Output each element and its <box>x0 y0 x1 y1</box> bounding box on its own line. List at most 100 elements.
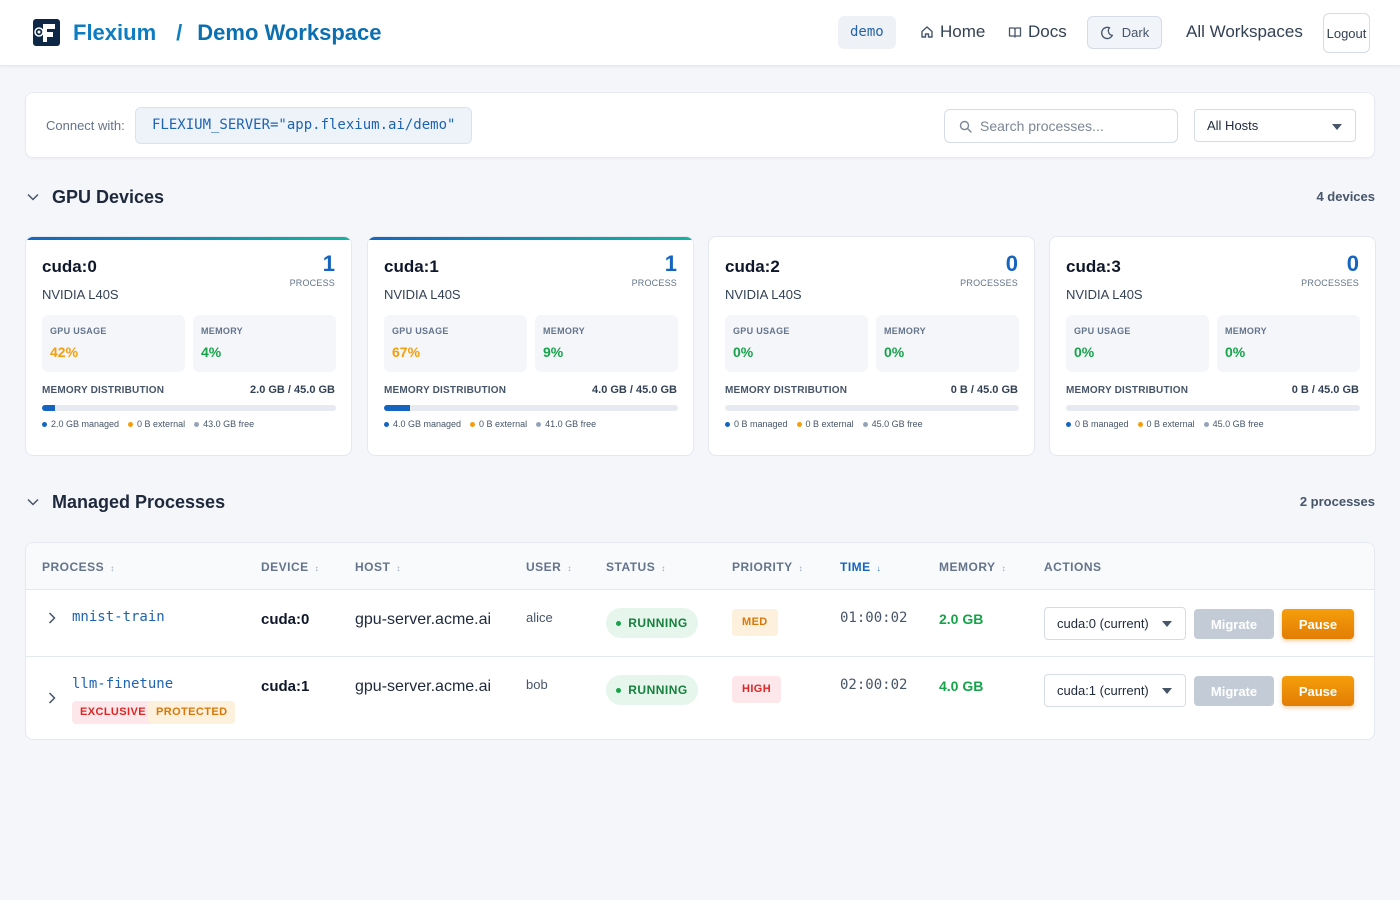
column-header-status[interactable]: STATUS ↕ <box>606 560 666 574</box>
flexium-logo-icon[interactable] <box>31 17 62 48</box>
pause-button[interactable]: Pause <box>1282 676 1354 706</box>
nav-home-label: Home <box>940 22 986 41</box>
gpu-usage-metric: GPU USAGE 67% <box>384 315 527 372</box>
gpu-usage-value: 42% <box>50 344 79 360</box>
table-row: llm-finetune EXCLUSIVE PROTECTED cuda:1 … <box>26 658 1374 724</box>
memory-label: MEMORY <box>884 326 926 336</box>
chevron-down-icon[interactable] <box>27 191 39 203</box>
legend-free: 45.0 GB free <box>862 419 923 429</box>
gpu-card-cuda-1[interactable]: cuda:1 NVIDIA L40S 1 PROCESS GPU USAGE 67% MEM… <box>367 236 694 456</box>
gpu-usage-value: 0% <box>733 344 754 360</box>
gpu-card-cuda-2[interactable]: cuda:2 NVIDIA L40S 0 PROCESSES GPU USAGE 0% ME… <box>708 236 1035 456</box>
column-header-user[interactable]: USER ↕ <box>526 560 572 574</box>
process-time: 02:00:02 <box>840 677 908 693</box>
device-count: 4 devices <box>1316 189 1375 204</box>
column-header-priority[interactable]: PRIORITY ↕ <box>732 560 803 574</box>
gpu-usage-label: GPU USAGE <box>392 326 449 336</box>
target-device-select[interactable]: cuda:0 (current) <box>1044 607 1186 640</box>
column-header-host[interactable]: HOST ↕ <box>355 560 401 574</box>
chevron-right-icon[interactable] <box>46 692 58 704</box>
chevron-down-icon <box>1162 688 1172 694</box>
memory-metric: MEMORY 9% <box>535 315 678 372</box>
process-count: 2 processes <box>1299 494 1375 509</box>
memory-metric: MEMORY 0% <box>876 315 1019 372</box>
chevron-down-icon <box>1162 621 1172 627</box>
gpu-card-cuda-0[interactable]: cuda:0 NVIDIA L40S 1 PROCESS GPU USAGE 42% MEM… <box>25 236 352 456</box>
top-header: Flexium / Demo Workspace demo Home Docs Da… <box>0 0 1400 66</box>
memory-legend: 2.0 GB managed 0 B external 43.0 GB free <box>42 419 254 429</box>
connect-label: Connect with: <box>46 118 125 133</box>
process-memory: 4.0 GB <box>939 678 984 694</box>
gpu-section-header: GPU Devices 4 devices <box>25 185 1375 209</box>
moon-icon <box>1100 26 1114 39</box>
migrate-button[interactable]: Migrate <box>1194 676 1274 706</box>
process-name[interactable]: llm-finetune <box>72 676 173 692</box>
exclusive-tag: EXCLUSIVE <box>72 701 154 724</box>
memory-distribution-value: 0 B / 45.0 GB <box>950 384 1018 396</box>
search-box[interactable] <box>944 109 1178 143</box>
column-header-device[interactable]: DEVICE ↕ <box>261 560 319 574</box>
chevron-down-icon[interactable] <box>27 496 39 508</box>
book-icon <box>1008 27 1022 38</box>
memory-distribution-bar <box>1066 405 1360 411</box>
connect-command[interactable]: FLEXIUM_SERVER="app.flexium.ai/demo" <box>135 107 473 144</box>
memory-label: MEMORY <box>543 326 585 336</box>
process-name[interactable]: mnist-train <box>72 609 165 625</box>
logout-button[interactable]: Logout <box>1323 13 1370 53</box>
gpu-process-count: 1 <box>664 251 677 276</box>
legend-external: 0 B external <box>796 419 854 429</box>
gpu-process-count: 1 <box>322 251 335 276</box>
gpu-usage-metric: GPU USAGE 0% <box>1066 315 1209 372</box>
memory-value: 4% <box>201 344 222 360</box>
process-device: cuda:0 <box>261 611 310 628</box>
column-header-actions: ACTIONS <box>1044 560 1102 574</box>
gpu-card-cuda-3[interactable]: cuda:3 NVIDIA L40S 0 PROCESSES GPU USAGE 0% ME… <box>1049 236 1376 456</box>
memory-value: 0% <box>884 344 905 360</box>
gpu-usage-label: GPU USAGE <box>50 326 107 336</box>
legend-external: 0 B external <box>128 419 185 429</box>
breadcrumb: Flexium / Demo Workspace <box>73 19 381 47</box>
chevron-right-icon[interactable] <box>46 612 58 624</box>
memory-distribution-label: MEMORY DISTRIBUTION <box>725 385 848 396</box>
section-title[interactable]: GPU Devices <box>52 185 164 209</box>
all-workspaces-link[interactable]: All Workspaces <box>1186 20 1303 44</box>
memory-distribution-label: MEMORY DISTRIBUTION <box>384 385 507 396</box>
nav-docs-link[interactable]: Docs <box>1008 20 1067 44</box>
gpu-process-count: 0 <box>1346 251 1359 276</box>
legend-managed: 2.0 GB managed <box>42 419 119 429</box>
section-title[interactable]: Managed Processes <box>52 490 225 514</box>
theme-toggle-button[interactable]: Dark <box>1087 16 1162 49</box>
column-header-process[interactable]: PROCESS ↕ <box>42 560 115 574</box>
gpu-model: NVIDIA L40S <box>384 287 461 302</box>
connect-bar: Connect with: FLEXIUM_SERVER="app.flexiu… <box>25 92 1375 158</box>
nav-home-link[interactable]: Home <box>920 20 985 44</box>
process-time: 01:00:02 <box>840 610 908 626</box>
gpu-model: NVIDIA L40S <box>42 287 119 302</box>
memory-managed-fill <box>42 405 55 411</box>
target-device-value: cuda:0 (current) <box>1057 616 1149 631</box>
process-host: gpu-server.acme.ai <box>355 678 492 695</box>
host-filter-select[interactable]: All Hosts <box>1194 109 1356 142</box>
status-dot-icon <box>616 687 622 693</box>
migrate-button[interactable]: Migrate <box>1194 609 1274 639</box>
pause-button[interactable]: Pause <box>1282 609 1354 639</box>
brand-name[interactable]: Flexium <box>73 20 156 45</box>
memory-distribution-bar <box>725 405 1019 411</box>
legend-managed: 4.0 GB managed <box>384 419 461 429</box>
gpu-device-name: cuda:2 <box>725 257 780 276</box>
legend-external: 0 B external <box>1137 419 1195 429</box>
breadcrumb-separator: / <box>176 20 183 45</box>
search-input[interactable] <box>980 118 1160 134</box>
memory-value: 0% <box>1225 344 1246 360</box>
column-header-time[interactable]: TIME ↓ <box>840 560 881 574</box>
column-header-memory[interactable]: MEMORY ↕ <box>939 560 1006 574</box>
gpu-process-count: 0 <box>1005 251 1018 276</box>
gpu-usage-metric: GPU USAGE 42% <box>42 315 185 372</box>
legend-free: 43.0 GB free <box>194 419 254 429</box>
legend-free: 41.0 GB free <box>536 419 596 429</box>
process-user: alice <box>526 610 553 625</box>
legend-managed: 0 B managed <box>1066 419 1129 429</box>
target-device-select[interactable]: cuda:1 (current) <box>1044 674 1186 707</box>
memory-label: MEMORY <box>1225 326 1267 336</box>
search-icon <box>959 120 972 133</box>
